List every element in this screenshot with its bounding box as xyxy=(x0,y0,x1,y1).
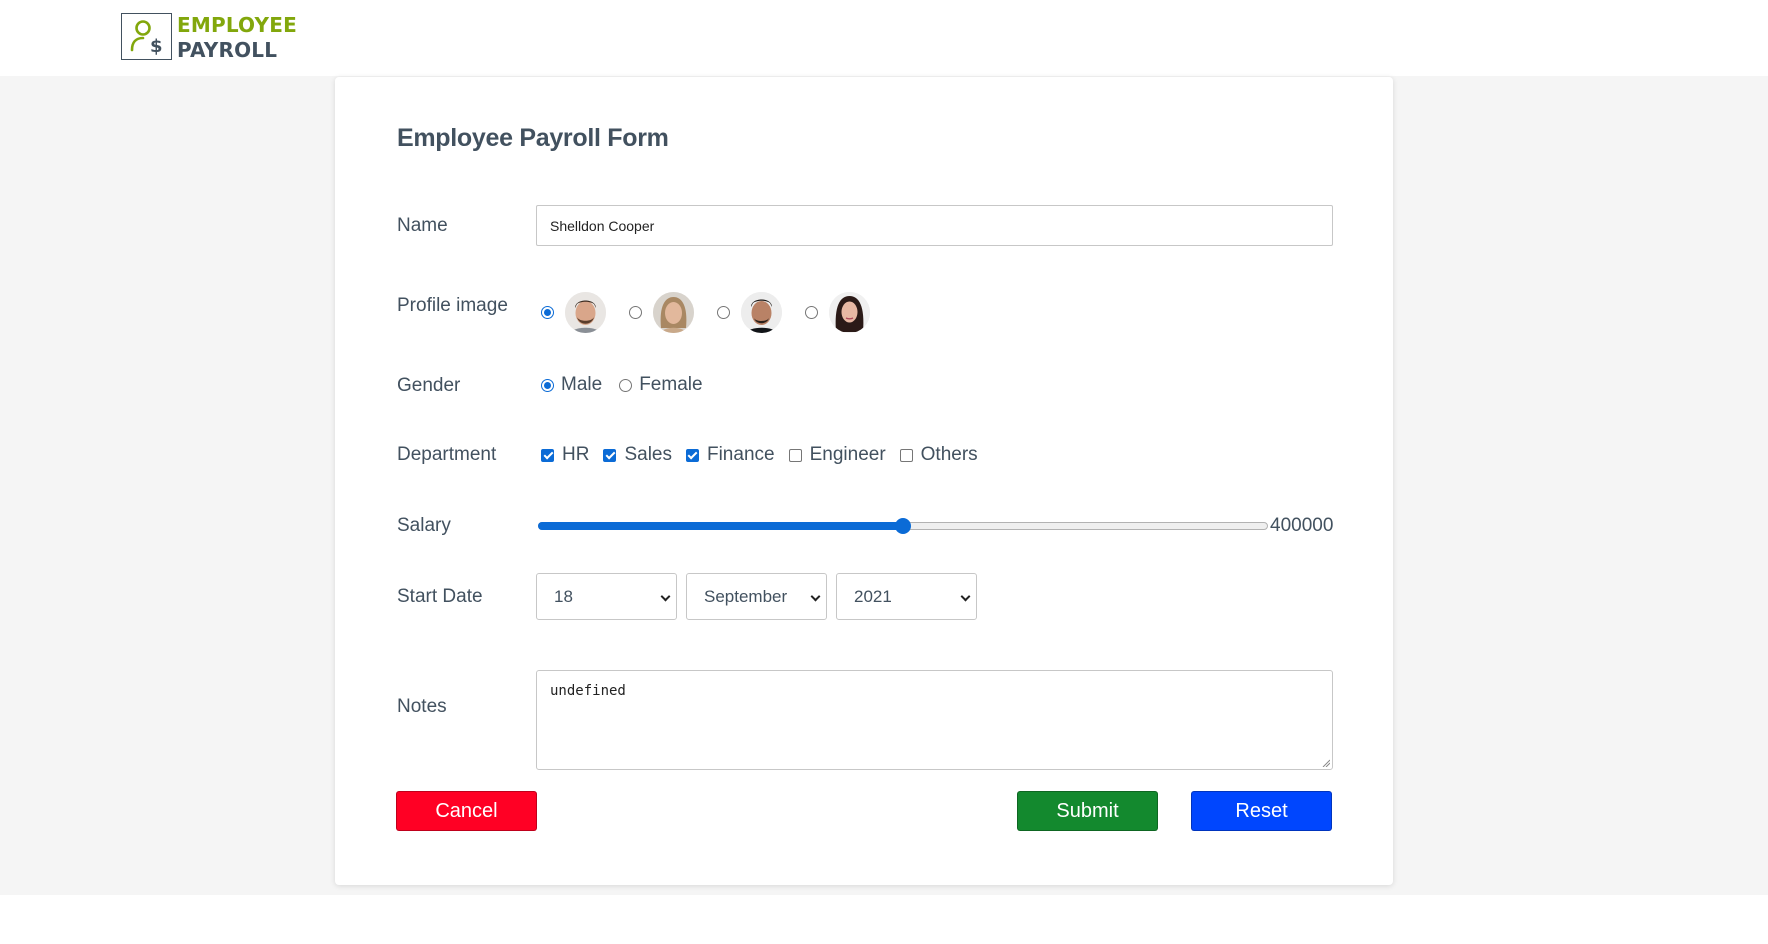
name-label: Name xyxy=(397,215,448,236)
department-option-hr[interactable]: HR xyxy=(541,444,589,466)
start-date-label: Start Date xyxy=(397,586,483,607)
female-avatar-1[interactable] xyxy=(653,291,694,333)
notes-textarea[interactable]: undefined xyxy=(536,670,1333,770)
department-label: Department xyxy=(397,444,497,465)
start-month-value: September xyxy=(704,587,788,606)
salary-value: 400000 xyxy=(1270,515,1334,536)
department-checkbox-finance[interactable] xyxy=(685,448,699,462)
department-option-engineer[interactable]: Engineer xyxy=(788,444,886,466)
gender-radio-female[interactable] xyxy=(619,378,633,392)
user-dollar-icon: $ xyxy=(121,13,172,60)
notes-value: undefined xyxy=(550,683,626,699)
form-title: Employee Payroll Form xyxy=(397,124,669,152)
department-option-sales[interactable]: Sales xyxy=(603,444,672,466)
chevron-down-icon xyxy=(810,591,821,602)
cancel-button[interactable]: Cancel xyxy=(396,791,537,831)
logo-text: EMPLOYEE PAYROLL xyxy=(177,13,297,63)
salary-label: Salary xyxy=(397,515,451,536)
department-label-sales[interactable]: Sales xyxy=(624,444,672,466)
start-day-select[interactable]: 18 xyxy=(536,573,677,620)
resize-handle-icon[interactable] xyxy=(1322,759,1330,767)
department-group: HR Sales Finance Engineer Others xyxy=(541,444,992,466)
profile-radio-3[interactable] xyxy=(717,305,730,319)
department-checkbox-sales[interactable] xyxy=(603,448,617,462)
profile-radio-4[interactable] xyxy=(805,305,818,319)
department-label-hr[interactable]: HR xyxy=(562,444,589,466)
gender-option-female[interactable]: Female xyxy=(619,374,703,396)
profile-option-4[interactable] xyxy=(805,291,870,333)
profile-option-1[interactable] xyxy=(541,291,606,333)
logo-line-2: PAYROLL xyxy=(177,38,278,62)
chevron-down-icon xyxy=(660,591,671,602)
start-year-value: 2021 xyxy=(854,587,892,606)
male-avatar-1[interactable] xyxy=(565,291,606,333)
reset-button[interactable]: Reset xyxy=(1191,791,1332,831)
department-checkbox-others[interactable] xyxy=(899,448,913,462)
department-label-engineer[interactable]: Engineer xyxy=(810,444,886,466)
header: $ EMPLOYEE PAYROLL xyxy=(0,0,1768,76)
gender-label-female[interactable]: Female xyxy=(639,374,702,396)
chevron-down-icon xyxy=(960,591,971,602)
profile-image-group xyxy=(541,291,893,333)
female-avatar-2[interactable] xyxy=(829,291,870,333)
logo[interactable]: $ EMPLOYEE PAYROLL xyxy=(121,13,297,63)
notes-label: Notes xyxy=(397,696,447,717)
start-month-select[interactable]: September xyxy=(686,573,827,620)
start-year-select[interactable]: 2021 xyxy=(836,573,977,620)
profile-option-2[interactable] xyxy=(629,291,694,333)
gender-label: Gender xyxy=(397,375,461,396)
department-label-finance[interactable]: Finance xyxy=(707,444,775,466)
department-option-finance[interactable]: Finance xyxy=(685,444,775,466)
gender-radio-male[interactable] xyxy=(541,378,554,392)
start-day-value: 18 xyxy=(554,587,573,606)
department-option-others[interactable]: Others xyxy=(899,444,978,466)
footer-area xyxy=(0,895,1768,944)
male-avatar-2[interactable] xyxy=(741,291,782,333)
profile-radio-2[interactable] xyxy=(629,305,642,319)
submit-button[interactable]: Submit xyxy=(1017,791,1158,831)
salary-slider-thumb[interactable] xyxy=(895,518,911,534)
profile-radio-1[interactable] xyxy=(541,305,554,319)
name-input[interactable] xyxy=(536,205,1333,246)
profile-option-3[interactable] xyxy=(717,291,782,333)
gender-group: Male Female xyxy=(541,374,720,396)
logo-line-1: EMPLOYEE xyxy=(177,13,297,37)
department-checkbox-engineer[interactable] xyxy=(788,448,802,462)
salary-slider[interactable] xyxy=(538,518,1268,534)
payroll-form-card: Employee Payroll Form Name Profile image xyxy=(335,77,1393,885)
svg-text:$: $ xyxy=(150,36,163,57)
department-checkbox-hr[interactable] xyxy=(541,448,554,462)
salary-slider-fill xyxy=(538,522,902,530)
gender-option-male[interactable]: Male xyxy=(541,374,602,396)
gender-label-male[interactable]: Male xyxy=(561,374,602,396)
department-label-others[interactable]: Others xyxy=(921,444,978,466)
profile-image-label: Profile image xyxy=(397,295,508,316)
